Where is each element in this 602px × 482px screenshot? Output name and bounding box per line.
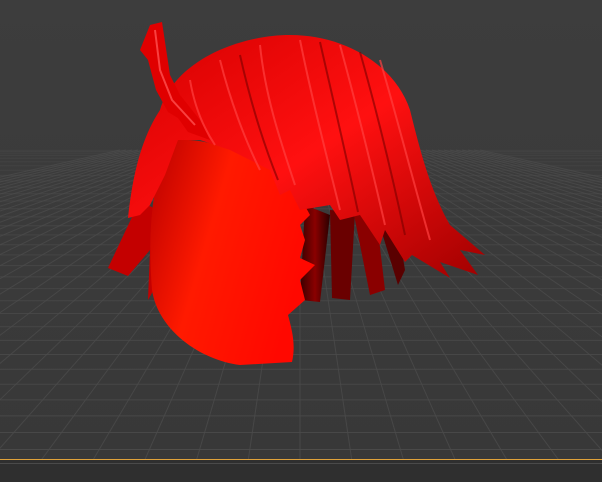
timeline-strip[interactable] — [0, 459, 602, 482]
3d-viewport[interactable] — [0, 0, 602, 482]
hair-model[interactable] — [0, 0, 602, 482]
